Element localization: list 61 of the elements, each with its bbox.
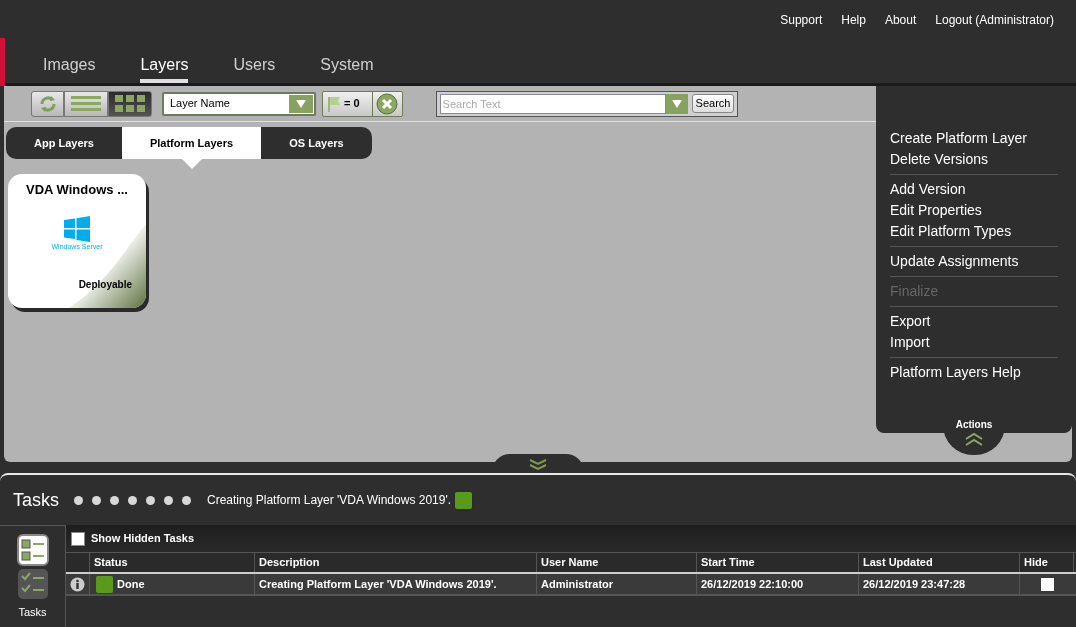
action-link[interactable]: Create Platform Layer: [890, 128, 1058, 149]
column-header: Start Time: [697, 553, 859, 572]
column-header: User Name: [537, 553, 697, 572]
header-link[interactable]: Support: [780, 11, 823, 29]
close-icon: [376, 92, 399, 115]
action-link[interactable]: Platform Layers Help: [890, 362, 1058, 383]
tasks-title: Tasks: [13, 488, 59, 512]
checklist-icon[interactable]: [16, 568, 49, 600]
action-link[interactable]: Edit Properties: [890, 200, 1058, 221]
checkbox[interactable]: [1040, 577, 1054, 591]
refresh-button[interactable]: [31, 90, 64, 117]
list-view-icon: [71, 95, 101, 112]
search-button[interactable]: Search: [691, 94, 735, 113]
checkbox[interactable]: [71, 531, 85, 546]
flag-icon: [327, 95, 341, 112]
grid-view-button[interactable]: [108, 90, 152, 117]
layer-status: Deployable: [78, 278, 132, 292]
sort-dropdown[interactable]: Layer Name: [162, 91, 316, 116]
table-cell-text: Done: [117, 576, 145, 592]
status-square: [96, 575, 113, 593]
layer-type-tab[interactable]: App Layers: [6, 127, 122, 159]
list-view-button[interactable]: [64, 90, 108, 117]
show-hidden-tasks-label: Show Hidden Tasks: [91, 531, 195, 547]
grid-view-icon: [115, 94, 145, 113]
table-cell: 26/12/2019 22:10:00: [697, 574, 859, 594]
table-cell: Creating Platform Layer 'VDA Windows 2019'.: [255, 574, 537, 594]
status-square: [455, 491, 473, 509]
header-link[interactable]: Help: [841, 11, 866, 29]
action-link[interactable]: Edit Platform Types: [890, 221, 1058, 242]
action-link[interactable]: Export: [890, 311, 1058, 332]
layer-type-tab[interactable]: OS Layers: [261, 127, 372, 159]
search-field[interactable]: Search Text: [439, 93, 666, 114]
table-cell: 26/12/2019 23:47:28: [859, 574, 1020, 594]
column-header: Hide: [1020, 553, 1074, 572]
nav-tab[interactable]: System: [320, 53, 374, 83]
info-icon[interactable]: [70, 576, 85, 592]
tab-pointer-icon: [181, 159, 202, 169]
column-header: Description: [255, 553, 537, 572]
table-cell: Administrator: [537, 574, 697, 594]
action-link[interactable]: Update Assignments: [890, 251, 1058, 272]
header-link[interactable]: About: [884, 11, 917, 29]
column-header: Status: [90, 553, 255, 572]
chevron-down-icon: [528, 459, 548, 471]
actions-label: Actions: [955, 418, 993, 432]
filter-count: = 0: [344, 96, 361, 112]
latest-task-message: Creating Platform Layer 'VDA Windows 2019'.: [207, 492, 452, 509]
nav-tab[interactable]: Images: [42, 53, 96, 83]
tasks-tab-label[interactable]: Tasks: [18, 604, 47, 621]
sort-field-value: Layer Name: [170, 96, 231, 112]
action-link[interactable]: Add Version: [890, 179, 1058, 200]
windows-logo-icon: [64, 215, 90, 242]
layer-type-tab[interactable]: Platform Layers: [122, 127, 261, 159]
task-list-icon[interactable]: [16, 534, 49, 566]
refresh-icon: [38, 94, 57, 113]
nav-tab[interactable]: Users: [233, 53, 276, 83]
collapse-up-icon[interactable]: [964, 432, 984, 446]
header-link[interactable]: Logout (Administrator): [935, 11, 1054, 29]
action-link[interactable]: Import: [890, 332, 1058, 353]
action-link[interactable]: Delete Versions: [890, 149, 1058, 170]
layer-title: VDA Windows ...: [26, 181, 128, 199]
column-header: Last Updated: [859, 553, 1020, 572]
